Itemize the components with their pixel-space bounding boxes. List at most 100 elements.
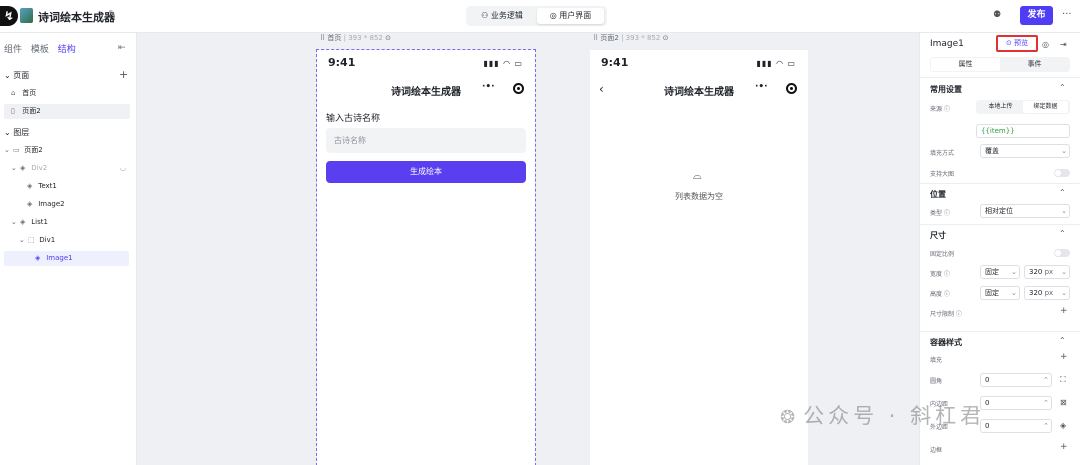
height-input[interactable]: 320 px ⌄ — [1024, 286, 1070, 300]
edit-icon[interactable]: ✎ — [108, 9, 116, 20]
tab-components[interactable]: 组件 — [4, 42, 22, 55]
fill-mode-select[interactable]: 覆盖 ⌄ — [980, 144, 1070, 158]
chevron-down-icon: ⌄ — [1011, 268, 1017, 276]
add-page-button[interactable]: + — [119, 68, 128, 81]
chevron-up-icon[interactable]: ⌃ — [1059, 83, 1066, 92]
app-title: 诗词绘本生成器 — [38, 11, 115, 24]
tab-events[interactable]: 事件 — [1000, 58, 1069, 71]
tab-templates[interactable]: 模板 — [31, 42, 49, 55]
page1-header: ⠿ 首页 | 393 * 852 ⊙ — [320, 34, 391, 42]
status-icons: ▮▮▮ ◠ ▭ — [483, 59, 523, 68]
status-time: 9:41 — [601, 56, 629, 69]
pages-section-header[interactable]: ⌄ 页面 — [4, 70, 29, 81]
status-icons: ▮▮▮ ◠ ▭ — [756, 59, 796, 68]
add-size-limit-button[interactable]: + — [1060, 306, 1068, 316]
height-label: 高度 ⓘ — [930, 291, 950, 298]
radius-label: 圆角 — [930, 378, 943, 385]
page-item-home[interactable]: ⌂ 首页 — [4, 86, 130, 101]
tab-structure[interactable]: 结构 — [58, 42, 76, 55]
publish-button[interactable]: 发布 — [1020, 6, 1053, 25]
poem-name-label: 输入古诗名称 — [326, 114, 381, 124]
source-binding-input[interactable]: {{item}} — [976, 124, 1070, 138]
close-target-icon[interactable] — [513, 83, 524, 94]
container-style-title: 容器样式 — [930, 338, 962, 347]
add-fill-button[interactable]: + — [1060, 352, 1068, 362]
palette-icon: ◎ — [549, 11, 560, 20]
bigimg-toggle[interactable] — [1054, 169, 1070, 177]
margin-expand-icon[interactable]: ◈ — [1060, 421, 1066, 430]
width-label: 宽度 ⓘ — [930, 271, 950, 278]
target-icon[interactable]: ⊙ — [663, 34, 669, 42]
source-label: 来源 ⓘ — [930, 106, 950, 113]
tree-item-page2[interactable]: ⌄ ▭ 页面2 — [4, 143, 130, 158]
layer-icon: ◈ — [20, 164, 26, 172]
more-dots-icon[interactable]: ·•· — [755, 82, 768, 92]
add-border-button[interactable]: + — [1060, 442, 1068, 452]
layer-icon: ◈ — [27, 200, 33, 208]
tree-item-div2[interactable]: ⌄ ◈ Div2 ◡ — [4, 161, 130, 176]
chevron-up-icon[interactable]: ⌃ — [1059, 188, 1066, 197]
home-icon: ⌂ — [11, 89, 16, 97]
project-thumbnail-icon — [20, 8, 33, 23]
component-name: Image1 — [930, 39, 964, 49]
width-mode-select[interactable]: 固定 ⌄ — [980, 265, 1020, 279]
phone-page1[interactable]: 9:41 ▮▮▮ ◠ ▭ 诗词绘本生成器 ·•· 输入古诗名称 古诗名称 生成绘… — [316, 49, 536, 465]
page-icon: ▯ — [11, 107, 15, 115]
source-bind-data[interactable]: 绑定数据 — [1023, 101, 1068, 113]
hidden-eye-icon[interactable]: ◡ — [120, 161, 126, 176]
wechat-icon: ❂ — [780, 407, 800, 428]
page-icon: ▭ — [13, 146, 20, 154]
chevron-down-icon: ⌄ — [4, 71, 14, 80]
tab-properties[interactable]: 属性 — [931, 58, 1000, 71]
mini-capsule[interactable]: ·•· — [751, 81, 799, 97]
width-input[interactable]: 320 px ⌄ — [1024, 265, 1070, 279]
height-mode-select[interactable]: 固定 ⌄ — [980, 286, 1020, 300]
preview-icon: ⊙ — [1005, 39, 1015, 47]
layer-icon: ◈ — [27, 182, 33, 190]
radius-input[interactable]: 0 ⌃ — [980, 373, 1052, 387]
chevron-up-icon[interactable]: ⌃ — [1059, 336, 1066, 345]
source-local-upload[interactable]: 本地上传 — [978, 101, 1023, 113]
mini-capsule[interactable]: ·•· — [478, 81, 526, 97]
tree-item-image2[interactable]: ◈ Image2 — [4, 197, 130, 212]
tab-user-interface[interactable]: ◎ 用户界面 — [537, 8, 604, 24]
poem-name-input[interactable]: 古诗名称 — [326, 128, 526, 153]
tree-item-list1[interactable]: ⌄ ◈ List1 — [4, 215, 130, 230]
more-icon[interactable]: ··· — [1062, 9, 1072, 20]
logic-icon: ⚇ — [481, 11, 491, 20]
bigimg-label: 支持大图 — [930, 171, 955, 178]
tree-item-div1[interactable]: ⌄ ⬚ Div1 — [4, 233, 130, 248]
position-type-select[interactable]: 相对定位 ⌄ — [980, 204, 1070, 218]
border-label: 边框 — [930, 447, 943, 454]
more-dots-icon[interactable]: ·•· — [482, 82, 495, 92]
chevron-up-icon[interactable]: ⌃ — [1059, 229, 1066, 238]
page2-header: ⠿ 页面2 | 393 * 852 ⊙ — [593, 34, 669, 42]
left-panel: 组件 模板 结构 ⇤ ⌄ 页面 + ⌂ 首页 ▯ 页面2 ⌄ 图层 ⌄ ▭ 页面2… — [0, 33, 137, 465]
preview-button[interactable]: ⊙ 预览 — [996, 35, 1038, 52]
app-logo-icon[interactable]: ↯ — [0, 6, 18, 26]
fill-label: 填充 — [930, 357, 943, 364]
close-target-icon[interactable] — [786, 83, 797, 94]
margin-input[interactable]: 0 ⌃ — [980, 419, 1052, 433]
settings-icon[interactable]: ◎ — [1042, 40, 1049, 49]
panel-toggle-icon[interactable]: ⇥ — [1060, 40, 1067, 49]
tree-item-image1[interactable]: ◈ Image1 — [4, 251, 129, 266]
layer-icon: ◈ — [35, 254, 41, 262]
collaborators-icon[interactable]: ⚉ — [993, 10, 1001, 20]
generate-button[interactable]: 生成绘本 — [326, 161, 526, 183]
target-icon[interactable]: ⊙ — [385, 34, 391, 42]
position-title: 位置 — [930, 190, 946, 199]
padding-input[interactable]: 0 ⌃ — [980, 396, 1052, 410]
tree-item-text1[interactable]: ◈ Text1 — [4, 179, 130, 194]
padding-expand-icon[interactable]: ⊠ — [1060, 398, 1067, 407]
view-switcher: ⚇ 业务逻辑 ◎ 用户界面 — [466, 6, 607, 26]
fixed-ratio-toggle[interactable] — [1054, 249, 1070, 257]
layers-section-header[interactable]: ⌄ 图层 — [4, 127, 29, 138]
corner-expand-icon[interactable]: ⛶ — [1060, 375, 1066, 385]
phone-page2[interactable]: 9:41 ▮▮▮ ◠ ▭ ‹ 诗词绘本生成器 ·•· ⌓ 列表数据为空 — [590, 50, 808, 465]
tab-business-logic[interactable]: ⚇ 业务逻辑 — [469, 8, 535, 24]
watermark: ❂ 公众号 · 斜杠君 — [780, 404, 986, 428]
collapse-panel-icon[interactable]: ⇤ — [118, 43, 126, 53]
left-tabs: 组件 模板 结构 — [4, 42, 82, 55]
page-item-page2[interactable]: ▯ 页面2 — [4, 104, 130, 119]
